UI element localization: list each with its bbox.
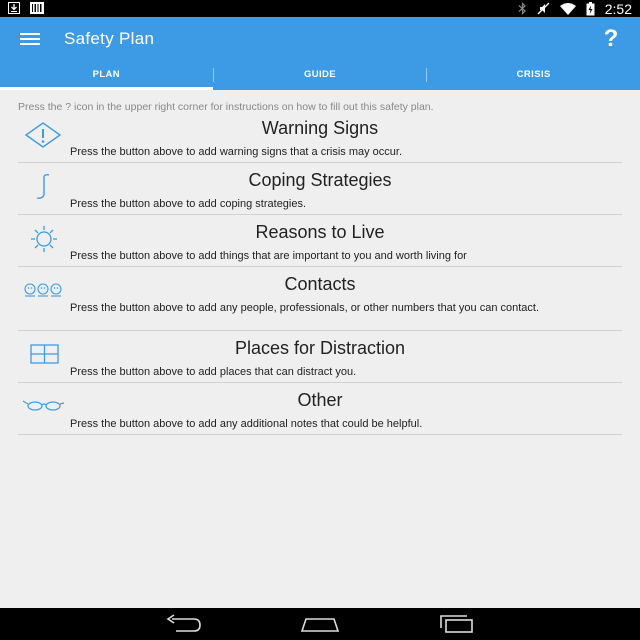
safety-plan-list: Press the ? icon in the upper right corn… — [0, 90, 640, 608]
help-button[interactable]: ? — [599, 24, 623, 54]
tab-bar: PLAN GUIDE CRISIS — [0, 62, 640, 90]
mute-icon — [537, 2, 550, 15]
back-icon[interactable] — [164, 614, 202, 634]
download-notification-icon — [8, 2, 20, 14]
home-icon[interactable] — [300, 614, 340, 634]
section-places-for-distraction[interactable]: Places for Distraction Press the button … — [18, 337, 622, 383]
section-reasons-to-live[interactable]: Reasons to Live Press the button above t… — [18, 221, 622, 267]
section-title: Contacts — [284, 274, 356, 294]
section-title: Coping Strategies — [248, 170, 392, 190]
section-warning-signs[interactable]: Warning Signs Press the button above to … — [18, 117, 622, 163]
section-title: Places for Distraction — [234, 338, 406, 358]
section-description: Press the button above to add things tha… — [70, 250, 467, 262]
section-description: Press the button above to add places tha… — [70, 366, 357, 378]
section-description: Press the button above to add any people… — [70, 302, 540, 314]
section-title: Warning Signs — [261, 118, 379, 138]
section-description: Press the button above to add warning si… — [70, 146, 403, 158]
bluetooth-icon — [518, 2, 526, 15]
section-title: Other — [297, 390, 343, 410]
tab-guide[interactable]: GUIDE — [214, 62, 427, 90]
status-bar: 2:52 — [0, 0, 640, 17]
barcode-notification-icon — [30, 2, 44, 14]
menu-icon[interactable] — [20, 33, 40, 45]
section-coping-strategies[interactable]: Coping Strategies Press the button above… — [18, 169, 622, 215]
section-title: Reasons to Live — [255, 222, 385, 242]
clock: 2:52 — [604, 0, 632, 17]
section-other[interactable]: Other Press the button above to add any … — [18, 389, 622, 435]
section-description: Press the button above to add coping str… — [70, 198, 307, 210]
recent-apps-icon[interactable] — [438, 614, 476, 634]
app-title: Safety Plan — [64, 29, 155, 48]
tab-plan[interactable]: PLAN — [0, 62, 213, 90]
battery-icon — [586, 1, 595, 15]
section-contacts[interactable]: Contacts Press the button above to add a… — [18, 273, 622, 331]
section-description: Press the button above to add any additi… — [70, 418, 423, 430]
navigation-bar — [0, 608, 640, 640]
app-bar: Safety Plan ? — [0, 17, 640, 62]
wifi-icon — [559, 2, 576, 15]
instructions-text: Press the ? icon in the upper right corn… — [18, 101, 434, 113]
tab-crisis[interactable]: CRISIS — [427, 62, 640, 90]
